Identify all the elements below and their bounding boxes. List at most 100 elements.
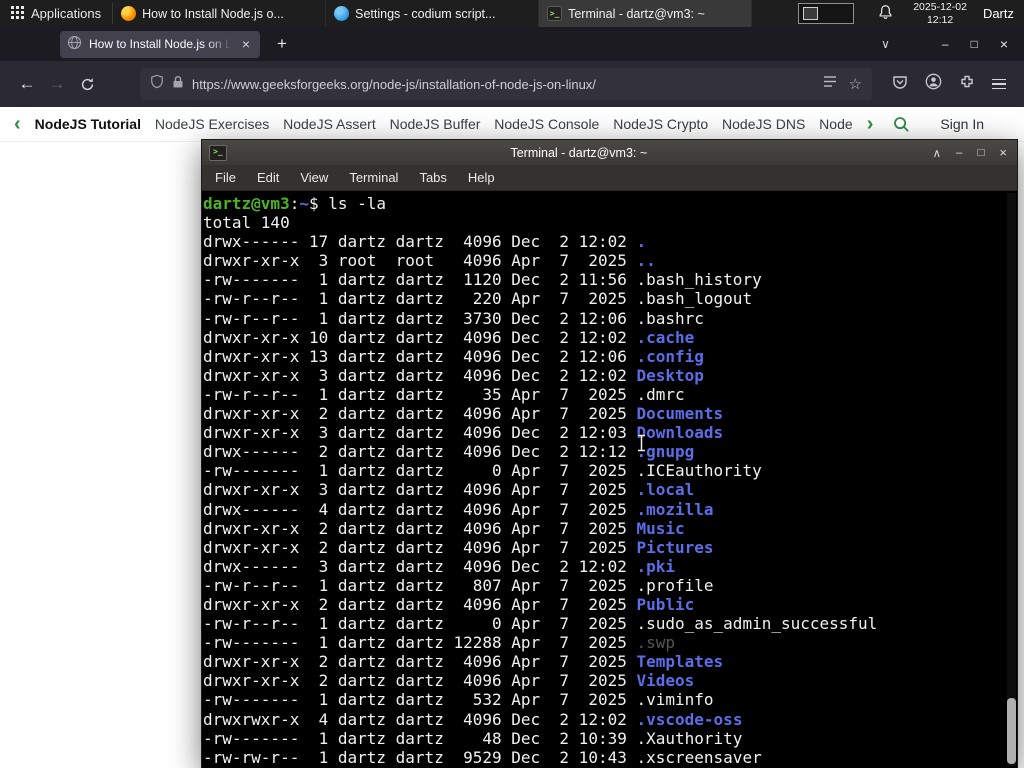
terminal-titlebar[interactable]: >_ Terminal - dartz@vm3: ~ ∧ – □ × (202, 140, 1017, 165)
terminal-line: drwxr-xr-x 2 dartz dartz 4096 Apr 7 2025… (203, 537, 714, 557)
terminal-line: -rw-r--r-- 1 dartz dartz 807 Apr 7 2025 … (203, 575, 714, 595)
terminal-menu-help[interactable]: Help (468, 170, 495, 185)
bell-icon (878, 4, 893, 23)
site-nav-item-dns[interactable]: NodeJS DNS (722, 116, 805, 132)
terminal-line: drwxr-xr-x 2 dartz dartz 4096 Apr 7 2025… (203, 404, 724, 424)
globe-favicon-icon (67, 35, 82, 53)
browser-tab-active[interactable]: How to Install Node.js on Linux × (60, 30, 260, 58)
codium-icon (334, 6, 350, 21)
terminal-line: -rw-r--r-- 1 dartz dartz 0 Apr 7 2025 .s… (203, 614, 878, 634)
terminal-menu-terminal[interactable]: Terminal (349, 170, 398, 185)
panel-user[interactable]: Dartz (977, 0, 1024, 27)
mouse-cursor-ibeam (636, 434, 647, 457)
terminal-line: -rw------- 1 dartz dartz 0 Apr 7 2025 .I… (203, 461, 762, 481)
url-bar[interactable]: https://www.geeksforgeeks.org/node-js/in… (140, 68, 872, 100)
window-controls: – □ × (942, 37, 1008, 51)
workspace-switcher[interactable] (798, 3, 855, 24)
search-icon[interactable] (893, 116, 910, 133)
terminal-line: -rw------- 1 dartz dartz 532 Apr 7 2025 … (203, 690, 714, 710)
account-icon[interactable] (925, 73, 942, 95)
maximize-button[interactable]: □ (971, 38, 978, 50)
terminal-line: -rw-r--r-- 1 dartz dartz 35 Apr 7 2025 .… (203, 384, 685, 404)
navigation-toolbar: ← → https://www.geeksforgeeks.org/node-j… (0, 61, 1024, 107)
site-nav-item-exercises[interactable]: NodeJS Exercises (155, 116, 269, 132)
terminal-menubar: File Edit View Terminal Tabs Help (202, 165, 1017, 191)
terminal-line: drwxr-xr-x 3 root root 4096 Apr 7 2025 .… (203, 251, 656, 271)
pocket-icon[interactable] (892, 74, 908, 95)
terminal-line: drwxrwxr-x 4 dartz dartz 4096 Dec 2 12:0… (203, 709, 743, 729)
terminal-minimize-button[interactable]: – (956, 147, 962, 159)
reload-button[interactable] (72, 69, 102, 99)
terminal-line: drwxr-xr-x 10 dartz dartz 4096 Dec 2 12:… (203, 327, 695, 347)
site-nav-item-tutorial[interactable]: NodeJS Tutorial (35, 116, 141, 132)
site-navigation-bar: ‹ NodeJS Tutorial NodeJS Exercises NodeJ… (0, 107, 1024, 142)
nav-scroll-left-chevron-icon[interactable]: ‹ (14, 114, 21, 134)
tab-title: How to Install Node.js on Linux (89, 37, 232, 51)
close-button[interactable]: × (1000, 37, 1008, 51)
terminal-line: -rw-r--r-- 1 dartz dartz 220 Apr 7 2025 … (203, 289, 753, 309)
nav-scroll-right-chevron-icon[interactable]: › (867, 114, 874, 134)
menu-icon[interactable] (992, 78, 1006, 90)
terminal-menu-file[interactable]: File (215, 170, 236, 185)
terminal-line: drwx------ 4 dartz dartz 4096 Apr 7 2025… (203, 499, 714, 519)
terminal-line: drwxr-xr-x 2 dartz dartz 4096 Apr 7 2025… (203, 671, 695, 691)
site-nav-item-buffer[interactable]: NodeJS Buffer (390, 116, 481, 132)
tab-bar: How to Install Node.js on Linux × + ∨ – … (0, 27, 1024, 61)
terminal-line: drwx------ 17 dartz dartz 4096 Dec 2 12:… (203, 232, 647, 252)
new-tab-button[interactable]: + (270, 32, 294, 56)
site-nav-items: NodeJS Tutorial NodeJS Exercises NodeJS … (35, 116, 853, 132)
terminal-screen[interactable]: dartz@vm3:~$ ls -la total 140 drwx------ 1… (202, 191, 1017, 768)
site-nav-item-truncated[interactable]: Node (819, 116, 852, 132)
list-all-tabs-button[interactable]: ∨ (873, 35, 898, 53)
applications-label: Applications (31, 6, 102, 21)
terminal-maximize-button[interactable]: □ (977, 147, 984, 159)
terminal-shade-button[interactable]: ∧ (933, 146, 941, 160)
forward-button[interactable]: → (42, 69, 72, 99)
terminal-scrollbar[interactable] (1007, 193, 1016, 766)
back-button[interactable]: ← (12, 69, 42, 99)
minimize-button[interactable]: – (942, 38, 949, 50)
site-nav-item-console[interactable]: NodeJS Console (494, 116, 599, 132)
terminal-line: drwxr-xr-x 13 dartz dartz 4096 Dec 2 12:… (203, 346, 704, 366)
shield-icon (150, 74, 164, 94)
terminal-menu-tabs[interactable]: Tabs (419, 170, 446, 185)
site-nav-item-assert[interactable]: NodeJS Assert (283, 116, 376, 132)
applications-menu-button[interactable]: Applications (0, 0, 112, 27)
tab-close-button[interactable]: × (239, 36, 253, 52)
terminal-line: drwxr-xr-x 3 dartz dartz 4096 Dec 2 12:0… (203, 365, 704, 385)
site-nav-item-crypto[interactable]: NodeJS Crypto (613, 116, 708, 132)
terminal-line: drwxr-xr-x 2 dartz dartz 4096 Apr 7 2025… (203, 652, 724, 672)
terminal-line: -rw-rw-r-- 1 dartz dartz 9529 Dec 2 10:4… (203, 747, 762, 767)
terminal-line: -rw------- 1 dartz dartz 1120 Dec 2 11:5… (203, 270, 762, 290)
terminal-line: drwxr-xr-x 2 dartz dartz 4096 Apr 7 2025… (203, 518, 685, 538)
top-panel: Applications How to Install Node.js o...… (0, 0, 1024, 27)
desktop: Applications How to Install Node.js o...… (0, 0, 1024, 768)
terminal-line: -rw------- 1 dartz dartz 48 Dec 2 10:39 … (203, 728, 743, 748)
bookmark-star-icon[interactable]: ☆ (849, 75, 862, 93)
taskbar-label: How to Install Node.js o... (142, 6, 284, 21)
applications-grid-icon (11, 5, 24, 22)
reader-mode-icon[interactable] (823, 75, 837, 93)
terminal-app-icon: >_ (209, 144, 227, 161)
taskbar-label: Terminal - dartz@vm3: ~ (568, 6, 705, 21)
lock-icon (172, 75, 184, 94)
clock-time: 12:12 (926, 13, 954, 26)
notifications-button[interactable] (868, 0, 903, 27)
extensions-icon[interactable] (959, 74, 975, 95)
terminal-line: -rw------- 1 dartz dartz 12288 Apr 7 202… (203, 633, 676, 653)
terminal-icon: >_ (547, 6, 563, 21)
taskbar-label: Settings - codium script... (355, 6, 496, 21)
terminal-line: dartz@vm3:~$ ls -la (203, 194, 387, 213)
sign-in-button[interactable]: Sign In (940, 116, 984, 132)
workspace-window-miniature (803, 7, 819, 20)
panel-clock[interactable]: 2025-12-02 12:12 (903, 0, 977, 27)
terminal-close-button[interactable]: × (999, 145, 1007, 160)
terminal-menu-edit[interactable]: Edit (257, 170, 279, 185)
terminal-scrollbar-thumb[interactable] (1007, 698, 1016, 764)
taskbar-button-firefox[interactable]: How to Install Node.js o... (113, 0, 327, 27)
terminal-menu-view[interactable]: View (300, 170, 328, 185)
terminal-line: total 140 (203, 213, 290, 233)
taskbar-button-codium[interactable]: Settings - codium script... (326, 0, 540, 27)
taskbar-button-terminal[interactable]: >_ Terminal - dartz@vm3: ~ (539, 0, 753, 27)
terminal-line: drwx------ 3 dartz dartz 4096 Dec 2 12:0… (203, 556, 676, 576)
